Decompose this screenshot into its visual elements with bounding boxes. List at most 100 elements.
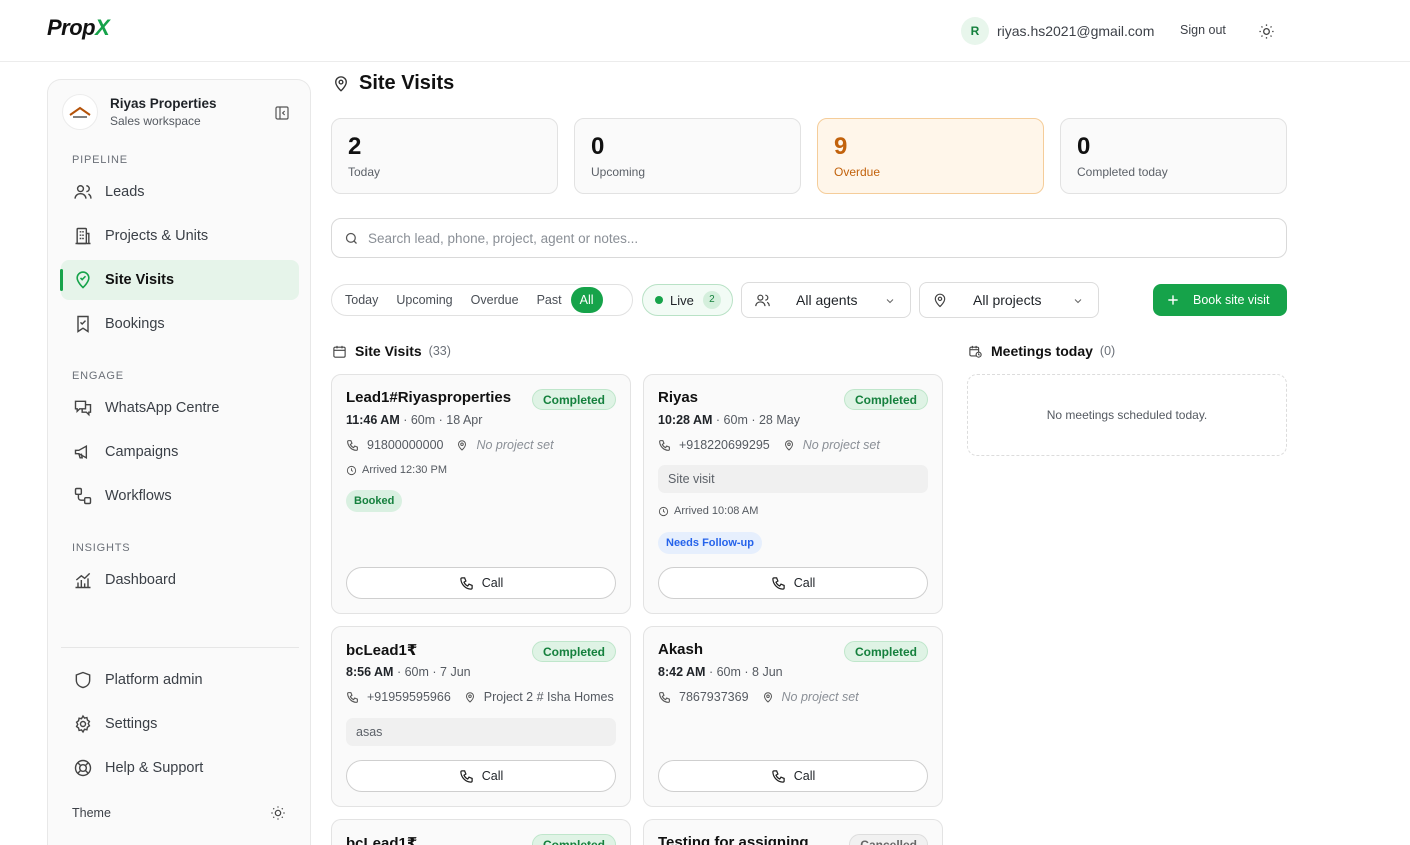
call-button[interactable]: Call: [658, 567, 928, 599]
stat-upcoming[interactable]: 0 Upcoming: [574, 118, 801, 194]
visit-phone[interactable]: 7867937369: [679, 690, 749, 704]
sidebar-item-whatsapp[interactable]: WhatsApp Centre: [61, 388, 299, 428]
user-email: riyas.hs2021@gmail.com: [997, 23, 1155, 39]
brand-logo[interactable]: PropX: [47, 15, 110, 41]
sidebar-item-projects[interactable]: Projects & Units: [61, 216, 299, 256]
sidebar-item-campaigns[interactable]: Campaigns: [61, 432, 299, 472]
top-bar: PropX R riyas.hs2021@gmail.com Sign out: [0, 0, 1410, 62]
map-pin-check-icon: [76, 271, 90, 289]
chat-icon: [74, 400, 92, 417]
meetings-count: (0): [1099, 344, 1116, 358]
visit-lead-name: Lead1#Riyasproperties: [346, 389, 512, 406]
tab-past[interactable]: Past: [528, 287, 571, 313]
visit-contact: 7867937369 No project set: [658, 690, 859, 704]
visit-outcome-tag: Booked: [346, 490, 403, 512]
tab-upcoming[interactable]: Upcoming: [387, 287, 461, 313]
sidebar-item-platform-admin[interactable]: Platform admin: [61, 660, 299, 700]
call-button[interactable]: Call: [346, 567, 616, 599]
visit-card[interactable]: Riyas Completed 10:28 AM · 60m · 28 May …: [643, 374, 943, 614]
search-input[interactable]: [368, 230, 1248, 246]
sidebar-item-dashboard[interactable]: Dashboard: [61, 560, 299, 600]
visit-meta: · 60m · 8 Jun: [708, 665, 783, 679]
visit-time: 11:46 AM · 60m · 18 Apr: [346, 413, 483, 427]
visit-card[interactable]: Lead1#Riyasproperties Completed 11:46 AM…: [331, 374, 631, 614]
workspace-logo: [62, 94, 98, 130]
stat-overdue[interactable]: 9 Overdue: [817, 118, 1044, 194]
stat-completed-today[interactable]: 0 Completed today: [1060, 118, 1287, 194]
sidebar-item-label: Workflows: [105, 488, 172, 504]
agents-select[interactable]: All agents: [741, 282, 911, 318]
users-icon: [755, 294, 770, 306]
call-button[interactable]: Call: [346, 760, 616, 792]
theme-toggle-button[interactable]: [1258, 23, 1275, 40]
phone-icon: [459, 576, 473, 590]
sidebar-item-workflows[interactable]: Workflows: [61, 476, 299, 516]
status-badge: Completed: [531, 834, 616, 845]
visit-phone[interactable]: +91959595966: [367, 690, 451, 704]
date-filter-tabs: Today Upcoming Overdue Past All: [331, 284, 633, 316]
sidebar-item-label: Campaigns: [105, 444, 179, 460]
sidebar: Riyas Properties Sales workspace PIPELIN…: [47, 79, 311, 845]
collapse-sidebar-button[interactable]: [274, 105, 290, 121]
visit-time: 10:28 AM · 60m · 28 May: [658, 413, 800, 427]
book-site-visit-button[interactable]: Book site visit: [1153, 284, 1287, 316]
live-label: Live: [670, 292, 694, 308]
stat-label: Completed today: [1077, 165, 1168, 179]
chart-icon: [75, 572, 91, 589]
user-menu[interactable]: R riyas.hs2021@gmail.com: [961, 17, 1154, 45]
visit-phone[interactable]: 91800000000: [367, 438, 443, 452]
live-filter-button[interactable]: Live 2: [642, 284, 733, 316]
tab-today[interactable]: Today: [336, 287, 387, 313]
visit-lead-name: bcLead1₹: [346, 642, 418, 659]
stat-today[interactable]: 2 Today: [331, 118, 558, 194]
meetings-today-header: Meetings today (0): [968, 343, 1115, 359]
call-button[interactable]: Call: [658, 760, 928, 792]
sidebar-item-site-visits[interactable]: Site Visits: [60, 260, 299, 300]
house-roof-icon: [69, 106, 91, 118]
visit-phone[interactable]: +918220699295: [679, 438, 770, 452]
sidebar-item-label: Site Visits: [105, 272, 175, 288]
list-count: (33): [428, 344, 451, 358]
projects-select-value: All projects: [973, 292, 1042, 308]
visit-card[interactable]: bcLead1₹ Completed: [331, 819, 631, 845]
workspace-name: Riyas Properties: [110, 96, 217, 111]
visit-time: 8:56 AM · 60m · 7 Jun: [346, 665, 471, 679]
tab-overdue[interactable]: Overdue: [462, 287, 528, 313]
sun-icon[interactable]: [270, 805, 286, 821]
visit-card[interactable]: bcLead1₹ Completed 8:56 AM · 60m · 7 Jun…: [331, 626, 631, 807]
sidebar-item-label: Dashboard: [105, 572, 176, 588]
visit-card[interactable]: Testing for assigning Cancelled: [643, 819, 943, 845]
phone-icon: [659, 691, 670, 703]
sign-out-button[interactable]: Sign out: [1180, 23, 1226, 37]
visit-meta: · 60m · 18 Apr: [403, 413, 483, 427]
map-pin-icon: [458, 439, 467, 451]
visit-arrived: Arrived 10:08 AM: [658, 505, 758, 517]
meetings-empty-state: No meetings scheduled today.: [967, 374, 1287, 456]
workspace-switcher[interactable]: Riyas Properties Sales workspace: [62, 94, 217, 130]
visit-project: No project set: [802, 438, 880, 452]
section-engage: ENGAGE: [72, 370, 124, 382]
sidebar-item-leads[interactable]: Leads: [61, 172, 299, 212]
tab-all[interactable]: All: [570, 287, 603, 313]
map-pin-icon: [784, 439, 793, 451]
workspace-subtitle: Sales workspace: [110, 114, 201, 128]
sidebar-item-bookings[interactable]: Bookings: [61, 304, 299, 344]
site-visits-list-header: Site Visits (33): [332, 343, 451, 359]
phone-icon: [347, 439, 358, 451]
sidebar-item-label: Help & Support: [105, 760, 204, 776]
sidebar-item-label: Projects & Units: [105, 228, 209, 244]
stat-value: 0: [1077, 133, 1091, 160]
stat-value: 9: [834, 133, 848, 160]
chevron-down-icon: [1074, 299, 1082, 304]
stat-value: 0: [591, 133, 605, 160]
sidebar-item-help[interactable]: Help & Support: [61, 748, 299, 788]
map-pin-icon: [763, 691, 772, 703]
visit-lead-name: Testing for assigning: [658, 834, 809, 845]
map-pin-icon: [934, 293, 946, 307]
projects-select[interactable]: All projects: [919, 282, 1099, 318]
sidebar-item-label: WhatsApp Centre: [105, 400, 220, 416]
visit-card[interactable]: Akash Completed 8:42 AM · 60m · 8 Jun 78…: [643, 626, 943, 807]
sidebar-item-label: Settings: [105, 716, 158, 732]
clock-icon: [658, 506, 669, 516]
sidebar-item-settings[interactable]: Settings: [61, 704, 299, 744]
